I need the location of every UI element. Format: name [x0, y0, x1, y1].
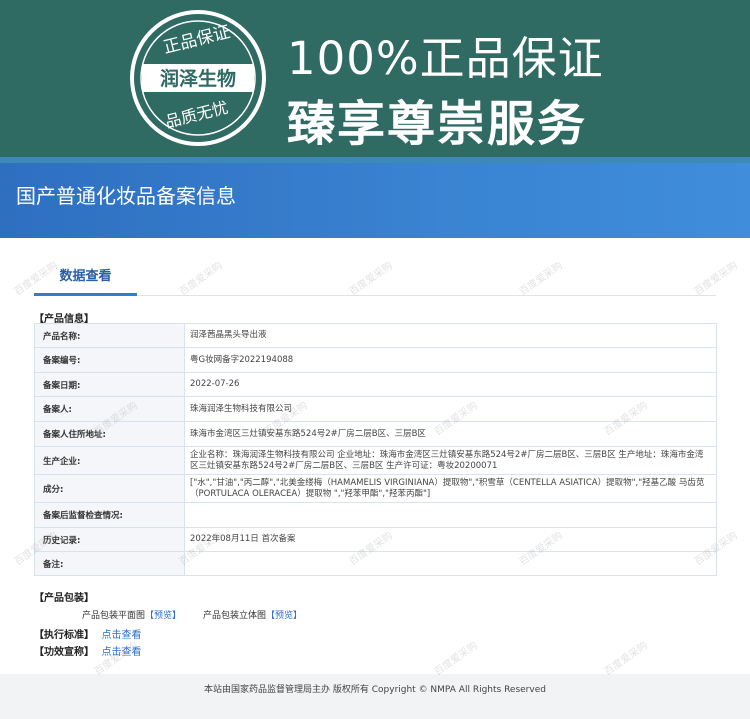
row-key: 生产企业: — [34, 446, 185, 475]
footer: 本站由国家药品监督管理局主办 版权所有 Copyright © NMPA All… — [0, 674, 750, 719]
table-row: 备案人住所地址: 珠海市金湾区三灶镇安基东路524号2#厂房二层B区、三层B区 — [34, 421, 717, 447]
table-row: 备注: — [34, 551, 717, 576]
row-key: 备案人: — [34, 396, 185, 422]
row-value: 润泽茜晶黑头导出液 — [184, 323, 717, 348]
row-value: 2022-07-26 — [184, 372, 717, 397]
tab-bar: 数据查看 — [34, 264, 716, 296]
row-value — [184, 551, 717, 576]
row-value: 珠海润泽生物科技有限公司 — [184, 396, 717, 422]
row-key: 备案人住所地址: — [34, 421, 185, 447]
seal-middle-text: 润泽生物 — [160, 67, 236, 90]
row-value: 珠海市金湾区三灶镇安基东路524号2#厂房二层B区、三层B区 — [184, 421, 717, 447]
row-key: 备注: — [34, 551, 185, 576]
table-row: 备案人: 珠海润泽生物科技有限公司 — [34, 396, 717, 422]
row-key: 备案后监督检查情况: — [34, 502, 185, 528]
banner-title-line2: 臻享尊崇服务 — [287, 96, 588, 152]
packaging-flat-label: 产品包装平面图 — [82, 611, 146, 621]
row-value — [184, 502, 717, 528]
row-key: 成分: — [34, 474, 185, 503]
table-row: 成分: ["水","甘油","丙二醇","北美金缕梅（HAMAMELIS VIR… — [34, 474, 717, 503]
table-row: 备案日期: 2022-07-26 — [34, 372, 717, 397]
standard-section-title: 【执行标准】 — [34, 630, 94, 641]
page-header: 国产普通化妆品备案信息 — [0, 163, 750, 238]
packaging-flat-preview-link[interactable]: 【预览】 — [145, 611, 181, 621]
row-key: 产品名称: — [34, 323, 185, 348]
row-key: 备案日期: — [34, 372, 185, 397]
authenticity-seal-icon: 正品保证 润泽生物 品质无忧 — [130, 10, 266, 146]
row-value: 企业名称：珠海润泽生物科技有限公司 企业地址：珠海市金湾区三灶镇安基东路524号… — [184, 446, 717, 475]
efficacy-section: 【功效宣称】 点击查看 — [34, 643, 141, 658]
banner-title-line1: 100%正品保证 — [287, 32, 604, 85]
footer-copyright: 本站由国家药品监督管理局主办 版权所有 Copyright © NMPA All… — [204, 685, 546, 695]
table-row: 备案后监督检查情况: — [34, 502, 717, 528]
table-row: 产品名称: 润泽茜晶黑头导出液 — [34, 323, 717, 348]
main-panel: 数据查看 【产品信息】 产品名称: 润泽茜晶黑头导出液 备案编号: 粤G妆网备字… — [0, 238, 750, 674]
packaging-stereo-label: 产品包装立体图 — [203, 611, 267, 621]
product-info-table: 产品名称: 润泽茜晶黑头导出液 备案编号: 粤G妆网备字2022194088 备… — [34, 323, 717, 576]
promo-banner: 正品保证 润泽生物 品质无忧 100%正品保证 臻享尊崇服务 — [0, 0, 750, 163]
row-value: 2022年08月11日 首次备案 — [184, 527, 717, 552]
efficacy-view-link[interactable]: 点击查看 — [101, 647, 141, 658]
standard-section: 【执行标准】 点击查看 — [34, 626, 141, 641]
efficacy-section-title: 【功效宣称】 — [34, 647, 94, 658]
table-row: 备案编号: 粤G妆网备字2022194088 — [34, 347, 717, 373]
row-value: 粤G妆网备字2022194088 — [184, 347, 717, 373]
packaging-stereo-preview-link[interactable]: 【预览】 — [266, 611, 302, 621]
table-row: 历史记录: 2022年08月11日 首次备案 — [34, 527, 717, 552]
row-value: ["水","甘油","丙二醇","北美金缕梅（HAMAMELIS VIRGINI… — [184, 474, 717, 503]
packaging-flat-item: 产品包装平面图【预览】 — [82, 608, 181, 621]
packaging-stereo-item: 产品包装立体图【预览】 — [203, 608, 302, 621]
row-key: 历史记录: — [34, 527, 185, 552]
table-row: 生产企业: 企业名称：珠海润泽生物科技有限公司 企业地址：珠海市金湾区三灶镇安基… — [34, 446, 717, 475]
standard-view-link[interactable]: 点击查看 — [101, 630, 141, 641]
tab-data-view[interactable]: 数据查看 — [34, 264, 137, 296]
seal-bottom-text: 品质无忧 — [163, 98, 230, 132]
packaging-section-title: 【产品包装】 — [34, 593, 94, 604]
page-title: 国产普通化妆品备案信息 — [16, 184, 236, 208]
row-key: 备案编号: — [34, 347, 185, 373]
